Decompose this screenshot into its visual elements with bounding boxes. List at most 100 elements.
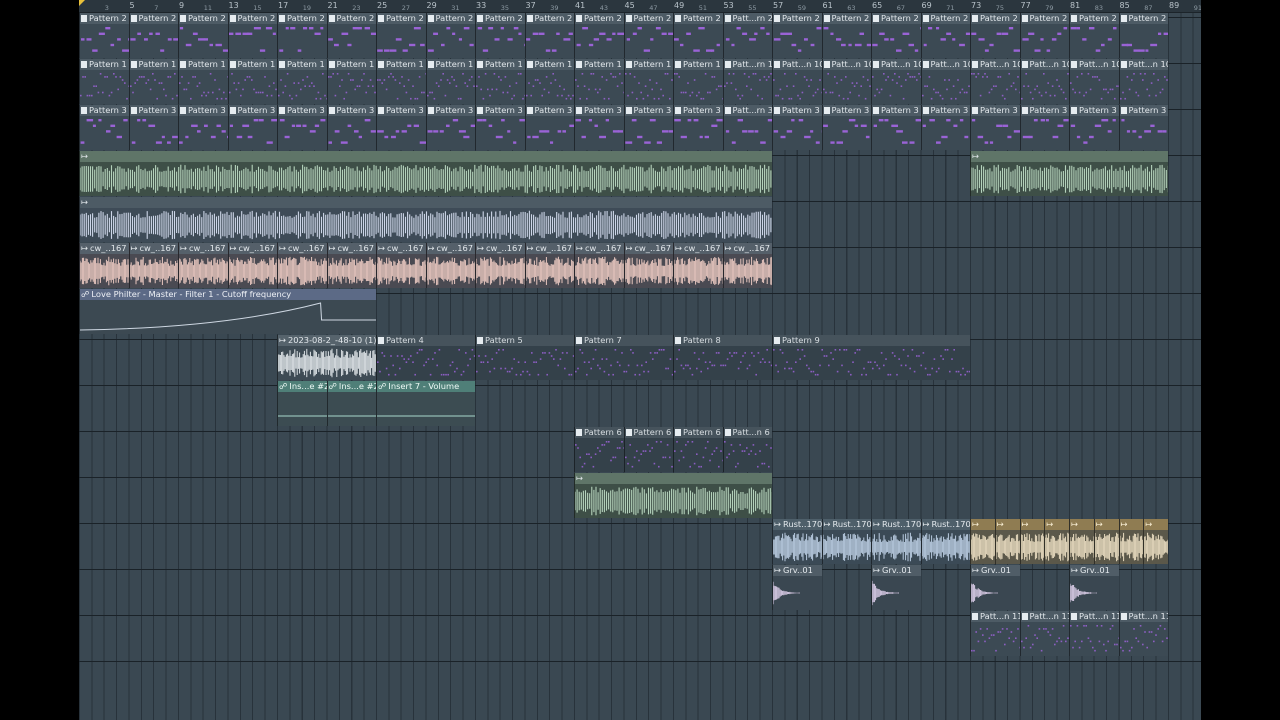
clip-header[interactable]: Pattern 2 (971, 13, 1020, 24)
clip-header[interactable]: ☍ Insert 7 - Volume (377, 381, 475, 392)
audio-clip[interactable]: ↦ cw_..167 (277, 243, 327, 288)
pattern-clip[interactable]: Pattern 1 (376, 59, 426, 104)
clip-header[interactable]: ↦ cw_..167 (129, 243, 178, 254)
clip-header[interactable]: Pattern 2 (179, 13, 228, 24)
pattern-clip[interactable]: Pattern 3 (673, 105, 723, 150)
clip-header[interactable]: Pattern 3 (575, 105, 624, 116)
clip-header[interactable]: Pattern 9 (773, 335, 970, 346)
pattern-clip[interactable]: Pattern 3 (1069, 105, 1119, 150)
clip-header[interactable]: ↦ (1119, 519, 1144, 530)
pattern-clip[interactable]: Pattern 3 (128, 105, 178, 150)
clip-header[interactable]: Pattern 3 (129, 105, 178, 116)
clip-header[interactable]: Pattern 2 (872, 13, 921, 24)
clip-header[interactable]: Pattern 1 (575, 59, 624, 70)
clip-header[interactable]: Pattern 3 (921, 105, 970, 116)
pattern-clip[interactable]: Pattern 1 (623, 59, 673, 104)
pattern-clip[interactable]: Pattern 2 (178, 13, 228, 58)
clip-header[interactable]: Pattern 3 (822, 105, 871, 116)
automation-clip[interactable]: ☍ Love Philter - Master - Filter 1 - Cuto… (79, 289, 376, 334)
clip-header[interactable]: ↦ (1070, 519, 1094, 530)
pattern-clip[interactable]: Pattern 1 (475, 59, 525, 104)
pattern-clip[interactable]: Pattern 6 (623, 427, 673, 472)
clip-header[interactable]: Pattern 1 (624, 59, 673, 70)
pattern-clip[interactable]: Pattern 2 (970, 13, 1020, 58)
clip-header[interactable]: Pattern 3 (278, 105, 327, 116)
pattern-clip[interactable]: Pattern 2 (227, 13, 277, 58)
clip-header[interactable]: Pattern 2 (476, 13, 525, 24)
clip-header[interactable]: Pattern 2 (228, 13, 277, 24)
clip-header[interactable]: Pattern 3 (971, 105, 1020, 116)
playlist-panel[interactable]: 3 5 7 9 11 13 15 17 19 21 23 25 27 29 31 33 35 37 39 41 43 45… (79, 0, 1201, 720)
pattern-clip[interactable]: Pattern 2 (79, 13, 129, 58)
clip-header[interactable]: Pattern 3 (525, 105, 574, 116)
clip-header[interactable]: Pattern 2 (624, 13, 673, 24)
clip-header[interactable]: Pattern 1 (426, 59, 475, 70)
pattern-clip[interactable]: Pattern 8 (673, 335, 772, 380)
clip-header[interactable]: Pattern 1 (80, 59, 129, 70)
pattern-clip[interactable]: Pattern 2 (1069, 13, 1119, 58)
pattern-clip[interactable]: Pattern 3 (79, 105, 129, 150)
clip-header[interactable]: Pattern 1 (129, 59, 178, 70)
clip-header[interactable]: ↦ Grv..01 (1070, 565, 1119, 576)
clip-header[interactable]: Patt...rn 2 (723, 13, 772, 24)
clip-header[interactable]: Pattern 6 (674, 427, 723, 438)
audio-clip[interactable]: ↦ (994, 519, 1020, 564)
clip-header[interactable]: Patt...n 10 (1070, 59, 1119, 70)
clip-header[interactable]: ↦ cw_..167 (525, 243, 574, 254)
pattern-clip[interactable]: Pattern 1 (128, 59, 178, 104)
audio-clip[interactable]: ↦ cw_..167 (722, 243, 772, 288)
pattern-clip[interactable]: Patt...rn 3 (722, 105, 772, 150)
pattern-clip[interactable]: Pattern 2 (277, 13, 327, 58)
pattern-clip[interactable]: Patt...n 11 (1118, 611, 1168, 656)
pattern-clip[interactable]: Pattern 2 (623, 13, 673, 58)
clip-header[interactable]: ↦ cw_..167 (327, 243, 376, 254)
pattern-clip[interactable]: Patt...rn 2 (722, 13, 772, 58)
clip-header[interactable]: Patt...n 10 (1020, 59, 1069, 70)
clip-header[interactable]: Pattern 2 (921, 13, 970, 24)
clip-header[interactable]: ☍ Ins...e #2 (278, 381, 327, 392)
pattern-clip[interactable]: Pattern 3 (524, 105, 574, 150)
pattern-clip[interactable]: Pattern 2 (1118, 13, 1168, 58)
clip-header[interactable]: ↦ cw_..167 (575, 243, 624, 254)
pattern-clip[interactable]: Pattern 2 (772, 13, 822, 58)
clip-header[interactable]: Pattern 3 (228, 105, 277, 116)
audio-clip[interactable]: ↦ cw_..167 (178, 243, 228, 288)
clip-header[interactable]: Patt...rn 3 (723, 105, 772, 116)
audio-clip[interactable]: ↦ Rust..170 (871, 519, 921, 564)
pattern-clip[interactable]: Pattern 2 (821, 13, 871, 58)
pattern-clip[interactable]: Pattern 3 (277, 105, 327, 150)
pattern-clip[interactable]: Pattern 3 (475, 105, 525, 150)
pattern-clip[interactable]: Pattern 1 (178, 59, 228, 104)
timeline-ruler[interactable]: 3 5 7 9 11 13 15 17 19 21 23 25 27 29 31 33 35 37 39 41 43 45… (79, 0, 1201, 13)
clip-header[interactable]: Patt...n 10 (773, 59, 822, 70)
clip-header[interactable]: Pattern 1 (525, 59, 574, 70)
audio-clip[interactable]: ↦ Grv..01 (1069, 565, 1119, 610)
audio-clip[interactable]: ↦ cw_..167 (79, 243, 129, 288)
clip-header[interactable]: Pattern 3 (1070, 105, 1119, 116)
clip-header[interactable]: Pattern 5 (476, 335, 574, 346)
clip-header[interactable]: ↦ (1094, 519, 1119, 530)
pattern-clip[interactable]: Pattern 3 (178, 105, 228, 150)
pattern-clip[interactable]: Pattern 3 (623, 105, 673, 150)
clip-header[interactable]: ↦ cw_..167 (80, 243, 129, 254)
clip-header[interactable]: ↦ (1020, 519, 1045, 530)
clip-header[interactable]: Patt...n 6 (723, 427, 772, 438)
clip-header[interactable]: ☍ Love Philter - Master - Filter 1 - Cuto… (80, 289, 376, 300)
clip-header[interactable]: ↦ Rust..170 (921, 519, 970, 530)
automation-clip[interactable]: ☍ Ins...e #2 (326, 381, 376, 426)
clip-header[interactable]: ↦ cw_..167 (624, 243, 673, 254)
pattern-clip[interactable]: Pattern 3 (970, 105, 1020, 150)
pattern-clip[interactable]: Patt...n 6 (722, 427, 772, 472)
pattern-clip[interactable]: Patt...n 10 (1118, 59, 1168, 104)
clip-header[interactable]: ↦ Rust..170 (872, 519, 921, 530)
clip-header[interactable]: Patt...n 10 (872, 59, 921, 70)
clip-header[interactable]: ↦ Rust..170 (773, 519, 822, 530)
pattern-clip[interactable]: Patt...n 10 (920, 59, 970, 104)
pattern-clip[interactable]: Pattern 1 (425, 59, 475, 104)
clip-header[interactable]: Pattern 2 (80, 13, 129, 24)
clip-header[interactable]: Pattern 3 (377, 105, 426, 116)
clip-header[interactable]: Pattern 1 (476, 59, 525, 70)
clip-header[interactable]: Pattern 2 (1020, 13, 1069, 24)
pattern-clip[interactable]: Pattern 1 (227, 59, 277, 104)
clip-header[interactable]: Patt...n 11 (1119, 611, 1168, 622)
